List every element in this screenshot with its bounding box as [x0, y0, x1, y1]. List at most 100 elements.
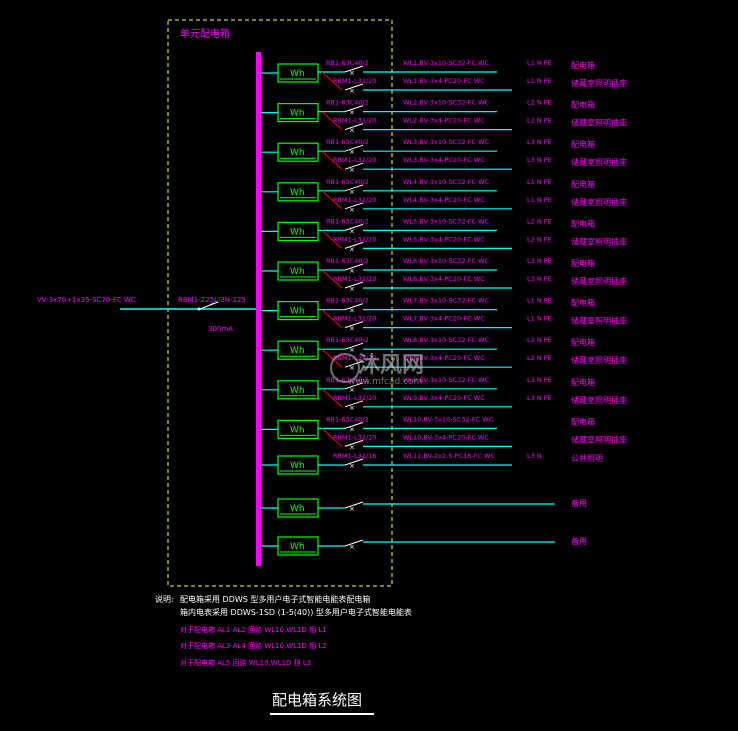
sub-circuit-9-cable-label: WL9,BV-3x4-PC20-FC WC: [403, 394, 485, 402]
meter-label-6: Wh: [290, 267, 305, 277]
circuit-1-name: 配电箱: [571, 60, 595, 70]
sub-circuit-3-cable-label: WL3,BV-3x4-PC20-FC WC: [403, 156, 485, 164]
public-name: 公共照明: [571, 454, 603, 463]
sub-circuit-9-name: 储藏室照明插座: [571, 395, 627, 405]
svg-text:沐风网: 沐风网: [358, 353, 424, 378]
sub-circuit-4-cable-label: WL4,BV-3x4-PC20-FC WC: [403, 196, 485, 204]
meter-label-9: Wh: [290, 386, 305, 396]
circuit-4-cable-label: WL4,BV-3x10-SC32-FC WC: [403, 178, 490, 186]
circuit-breaker-mark-7: ×: [349, 307, 355, 315]
meter-label-8: Wh: [290, 346, 305, 356]
sub-breaker-mark-4: ×: [349, 206, 355, 214]
circuit-breaker-mark-2: ×: [349, 109, 355, 117]
circuit-breaker-mark-9: ×: [349, 386, 355, 394]
circuit-1-breaker-label: RB1-63C40/2: [326, 59, 369, 67]
circuit-4-breaker-label: RB1-63C40/2: [326, 178, 369, 186]
sub-circuit-1-name: 储藏室照明插座: [571, 78, 627, 88]
circuit-4-phase: L1 N PE: [527, 178, 552, 186]
circuit-breaker-mark-4: ×: [349, 188, 355, 196]
sub-breaker-mark-6: ×: [349, 285, 355, 293]
public-phase: L3 N: [527, 452, 542, 460]
circuit-5-cable-label: WL5,BV-3x10-SC32-FC WC: [403, 217, 490, 225]
notes-line-1: 配电箱采用 DDWS 型多用户电子式智能电能表配电箱: [180, 594, 370, 604]
circuit-9-phase: L3 N PE: [527, 376, 552, 384]
notes-line-3: 对于配电箱 AL1-AL2 回路 WL10,WL1D 相 L1: [180, 625, 327, 634]
spare-2-label: 备用: [571, 536, 587, 546]
meter-label-7: Wh: [290, 307, 305, 317]
sub-circuit-6-cable-label: WL6,BV-3x4-PC20-FC WC: [403, 275, 485, 283]
meter-label-12: Wh: [290, 504, 305, 514]
circuit-2-breaker-label: RB1-63C40/2: [326, 99, 369, 107]
sub-breaker-mark-5: ×: [349, 245, 355, 253]
distribution-box-system-diagram: 单元配电箱 VV-3x70+1x35-SC70-FC WC RBM1-225L/…: [37, 19, 627, 715]
circuit-8-name: 配电箱: [571, 337, 595, 347]
sub-breaker-mark-1: ×: [349, 87, 355, 95]
sub-circuit-7-breaker-label: RBM1-L32/20: [333, 315, 376, 323]
circuit-6-cable-label: WL6,BV-3x10-SC32-FC WC: [403, 257, 490, 265]
circuit-5-breaker-label: RB1-63C40/2: [326, 217, 369, 225]
circuit-3-phase: L3 N PE: [527, 138, 552, 146]
spare-1-label: 备用: [571, 498, 587, 508]
sub-circuit-2-breaker-label: RBM1-L32/20: [333, 117, 376, 125]
notes-line-5: 对于配电箱 AL5 回路 WL10,WL1D 相 L3: [180, 658, 311, 667]
sub-circuit-5-name: 储藏室照明插座: [571, 236, 627, 246]
circuit-5-name: 配电箱: [571, 218, 595, 228]
sub-breaker-mark-9: ×: [349, 404, 355, 412]
spare-breaker-mark-12: ×: [349, 505, 355, 513]
meter-label-4: Wh: [290, 188, 305, 198]
meter-label-10: Wh: [290, 425, 305, 435]
circuit-3-name: 配电箱: [571, 139, 595, 149]
sub-circuit-8-name: 储藏室照明插座: [571, 355, 627, 365]
sub-circuit-6-phase: L3 N PE: [527, 275, 552, 283]
circuit-10-name: 配电箱: [571, 416, 595, 426]
sub-breaker-mark-8: ×: [349, 364, 355, 372]
meter-label-2: Wh: [290, 109, 305, 119]
sub-circuit-4-breaker-label: RBM1-L32/20: [333, 196, 376, 204]
circuit-breaker-mark-3: ×: [349, 148, 355, 156]
notes-line-2: 箱内电表采用 DDWS-1SD (1-5(40)) 型多用户电子式智能电能表: [180, 607, 412, 617]
sub-breaker-mark-7: ×: [349, 325, 355, 333]
circuit-8-breaker-label: RB1-63C40/2: [326, 336, 369, 344]
incoming-breaker-label: RBM1-225L/3N-125: [178, 296, 246, 304]
sub-circuit-1-phase: L1 N PE: [527, 77, 552, 85]
sub-breaker-mark-10: ×: [349, 443, 355, 451]
circuit-8-phase: L2 N PE: [527, 336, 552, 344]
sub-breaker-mark-2: ×: [349, 127, 355, 135]
sub-circuit-5-cable-label: WL5,BV-3x4-PC20-FC WC: [403, 235, 485, 243]
circuit-7-phase: L1 N PE: [527, 297, 552, 305]
circuit-7-name: 配电箱: [571, 298, 595, 308]
meter-label-13: Wh: [290, 542, 305, 552]
sub-circuit-7-cable-label: WL7,BV-3x4-PC20-FC WC: [403, 315, 485, 323]
sub-circuit-4-name: 储藏室照明插座: [571, 197, 627, 207]
svg-text:www.mfcad.com: www.mfcad.com: [348, 377, 422, 387]
sub-circuit-9-phase: L3 N PE: [527, 394, 552, 402]
circuit-3-cable-label: WL3,BV-3x10-SC32-FC WC: [403, 138, 490, 146]
circuit-1-phase: L1 N PE: [527, 59, 552, 67]
sub-circuit-1-cable-label: WL1,BV-3x4-PC20-FC WC: [403, 77, 485, 85]
spare-breaker-mark-13: ×: [349, 543, 355, 551]
circuit-2-cable-label: WL2,BV-3x10-SC32-FC WC: [403, 99, 490, 107]
circuit-6-phase: L3 N PE: [527, 257, 552, 265]
sub-circuit-10-name: 储藏室照明插座: [571, 434, 627, 444]
notes-line-4: 对于配电箱 AL3-AL4 回路 WL10,WL1D 相 L2: [180, 641, 327, 650]
sub-circuit-5-phase: L2 N PE: [527, 235, 552, 243]
circuit-10-cable-label: WL10,BV-3x10-SC32-FC WC: [403, 415, 494, 423]
circuit-7-cable-label: WL7,BV-3x10-SC32-FC WC: [403, 297, 490, 305]
sub-circuit-3-breaker-label: RBM1-L32/20: [333, 156, 376, 164]
sub-circuit-2-cable-label: WL2,BV-3x4-PC20-FC WC: [403, 117, 485, 125]
sub-circuit-6-breaker-label: RBM1-L32/20: [333, 275, 376, 283]
public-breaker-mark-11: ×: [349, 462, 355, 470]
sub-circuit-6-name: 储藏室照明插座: [571, 276, 627, 286]
circuit-9-name: 配电箱: [571, 377, 595, 387]
sub-circuit-10-cable-label: WL10,BV-3x4-PC20-FC WC: [403, 433, 489, 441]
circuit-breaker-mark-5: ×: [349, 227, 355, 235]
sub-circuit-1-breaker-label: RBM1-L32/20: [333, 77, 376, 85]
sub-circuit-10-breaker-label: RBM1-L32/20: [333, 433, 376, 441]
sub-circuit-2-name: 储藏室照明插座: [571, 118, 627, 128]
sub-circuit-7-phase: L1 N PE: [527, 315, 552, 323]
circuit-10-breaker-label: RB1-63C40/2: [326, 415, 369, 423]
circuit-breaker-mark-8: ×: [349, 346, 355, 354]
meter-label-11: Wh: [290, 461, 305, 471]
circuit-breaker-mark-6: ×: [349, 267, 355, 275]
meter-label-5: Wh: [290, 227, 305, 237]
